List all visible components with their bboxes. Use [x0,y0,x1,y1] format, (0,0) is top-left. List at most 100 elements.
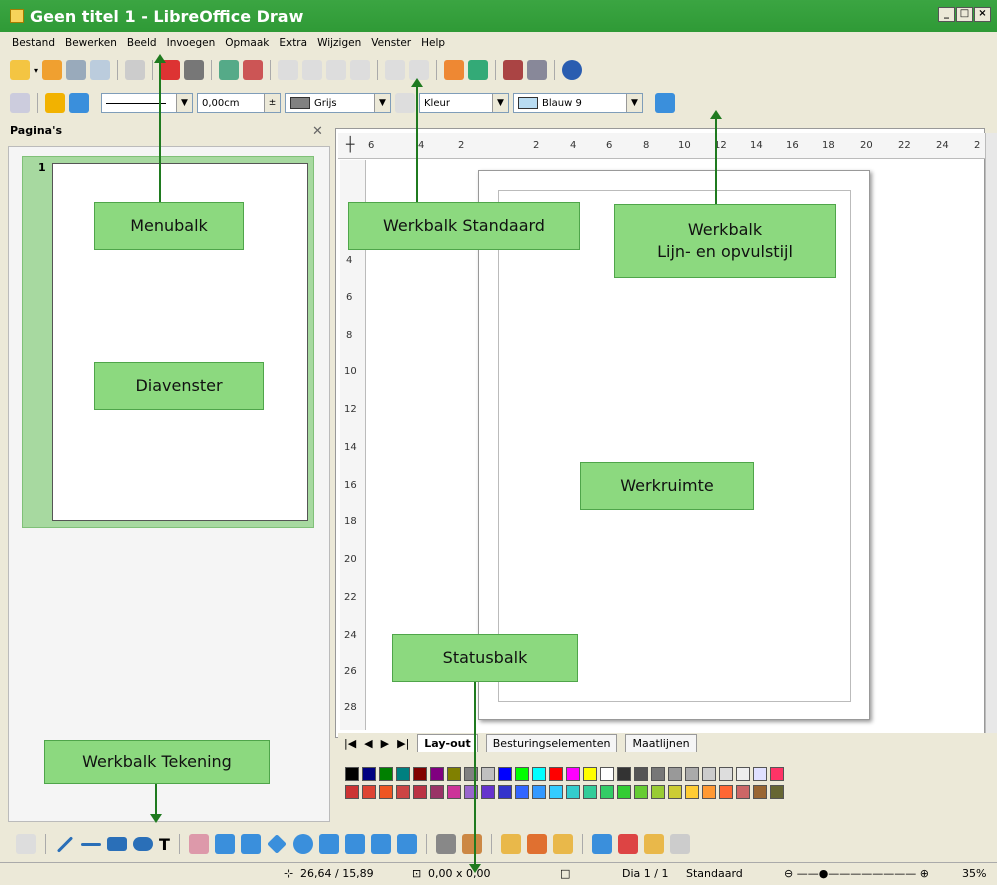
palette-swatch[interactable] [549,767,563,781]
styles-icon[interactable] [10,93,30,113]
copy-icon[interactable] [302,60,323,80]
table-icon[interactable] [468,60,489,80]
palette-swatch[interactable] [651,785,665,799]
connector-icon[interactable] [214,834,235,854]
palette-swatch[interactable] [651,767,665,781]
area-style-select[interactable]: Kleur ▼ [419,93,509,113]
curve-icon[interactable] [188,834,209,854]
vertical-scrollbar[interactable] [985,133,997,733]
menu-opmaak[interactable]: Opmaak [225,37,269,49]
palette-swatch[interactable] [634,767,648,781]
basic-shapes-icon[interactable] [267,834,287,854]
tab-controls[interactable]: Besturingselementen [485,734,618,752]
points-icon[interactable] [435,834,456,854]
palette-swatch[interactable] [583,785,597,799]
line-tool-icon[interactable] [56,835,74,853]
text-tool-icon[interactable]: T [159,835,170,854]
menu-bewerken[interactable]: Bewerken [65,37,117,49]
print-icon[interactable] [184,60,205,80]
new-document-icon[interactable] [10,60,30,80]
cut-icon[interactable] [278,60,299,80]
fontwork-icon[interactable] [500,834,521,854]
redo-icon[interactable] [409,60,430,80]
palette-swatch[interactable] [549,785,563,799]
menu-wijzigen[interactable]: Wijzigen [317,37,361,49]
palette-swatch[interactable] [345,767,359,781]
help-icon[interactable] [562,60,583,80]
select-icon[interactable] [16,834,36,854]
symbol-shapes-icon[interactable] [292,834,313,854]
minimize-button[interactable]: _ [938,7,955,22]
palette-swatch[interactable] [430,785,444,799]
line-icon[interactable] [45,93,65,113]
palette-swatch[interactable] [396,785,410,799]
palette-swatch[interactable] [447,767,461,781]
palette-swatch[interactable] [600,785,614,799]
palette-swatch[interactable] [566,785,580,799]
tab-nav-prev-icon[interactable]: ◀ [364,737,372,750]
palette-swatch[interactable] [583,767,597,781]
palette-swatch[interactable] [719,785,733,799]
palette-swatch[interactable] [515,785,529,799]
palette-swatch[interactable] [481,767,495,781]
arrow-style-icon[interactable] [69,93,89,113]
arrange-icon[interactable] [643,834,664,854]
palette-swatch[interactable] [753,785,767,799]
glue-points-icon[interactable] [461,834,482,854]
palette-swatch[interactable] [481,785,495,799]
menu-extra[interactable]: Extra [279,37,307,49]
zoom-value[interactable]: 35% [962,867,986,880]
align-icon[interactable] [617,834,638,854]
extrusion-icon[interactable] [669,834,690,854]
palette-swatch[interactable] [685,785,699,799]
palette-swatch[interactable] [396,767,410,781]
ellipse-icon[interactable] [133,837,153,851]
email-icon[interactable] [90,60,111,80]
palette-swatch[interactable] [736,785,750,799]
shadow-icon[interactable] [655,93,675,113]
palette-swatch[interactable] [362,767,376,781]
open-folder-icon[interactable] [42,60,63,80]
tab-nav-last-icon[interactable]: ▶| [397,737,409,750]
palette-swatch[interactable] [753,767,767,781]
palette-swatch[interactable] [702,767,716,781]
lines-arrows-icon[interactable] [240,834,261,854]
palette-swatch[interactable] [617,785,631,799]
chevron-down-icon[interactable]: ▼ [626,94,642,112]
spellcheck-icon[interactable] [219,60,240,80]
palette-swatch[interactable] [532,785,546,799]
ruler-origin-icon[interactable]: ┼ [346,137,354,153]
palette-swatch[interactable] [447,785,461,799]
palette-swatch[interactable] [634,785,648,799]
palette-swatch[interactable] [379,767,393,781]
palette-swatch[interactable] [770,785,784,799]
line-width-field[interactable]: 0,00cm ± [197,93,281,113]
callouts-icon[interactable] [370,834,391,854]
palette-swatch[interactable] [736,767,750,781]
zoom-slider[interactable]: ⊖ ——●———————— ⊕ [784,867,929,880]
edit-file-icon[interactable] [125,60,146,80]
menu-invoegen[interactable]: Invoegen [167,37,216,49]
line-style-select[interactable]: ▼ [101,93,193,113]
close-icon[interactable]: ✕ [312,124,323,139]
stars-icon[interactable] [396,834,417,854]
palette-swatch[interactable] [362,785,376,799]
from-file-icon[interactable] [526,834,547,854]
dropdown-arrow-icon[interactable]: ▾ [34,66,38,75]
menu-help[interactable]: Help [421,37,445,49]
close-window-button[interactable]: × [974,7,991,22]
chevron-down-icon[interactable]: ▼ [492,94,508,112]
palette-swatch[interactable] [617,767,631,781]
area-color-select[interactable]: Blauw 9 ▼ [513,93,643,113]
maximize-button[interactable]: □ [956,7,973,22]
tab-layout[interactable]: Lay-out [417,734,478,752]
horizontal-ruler[interactable]: ┼ 6 4 2 2 4 6 8 10 12 14 16 18 20 22 24 … [338,133,986,159]
line-color-select[interactable]: Grijs ▼ [285,93,391,113]
chevron-down-icon[interactable]: ▼ [176,94,192,112]
undo-icon[interactable] [385,60,406,80]
palette-swatch[interactable] [515,767,529,781]
block-arrows-icon[interactable] [318,834,339,854]
clone-formatting-icon[interactable] [350,60,371,80]
palette-swatch[interactable] [685,767,699,781]
tab-dimension-lines[interactable]: Maatlijnen [625,734,697,752]
